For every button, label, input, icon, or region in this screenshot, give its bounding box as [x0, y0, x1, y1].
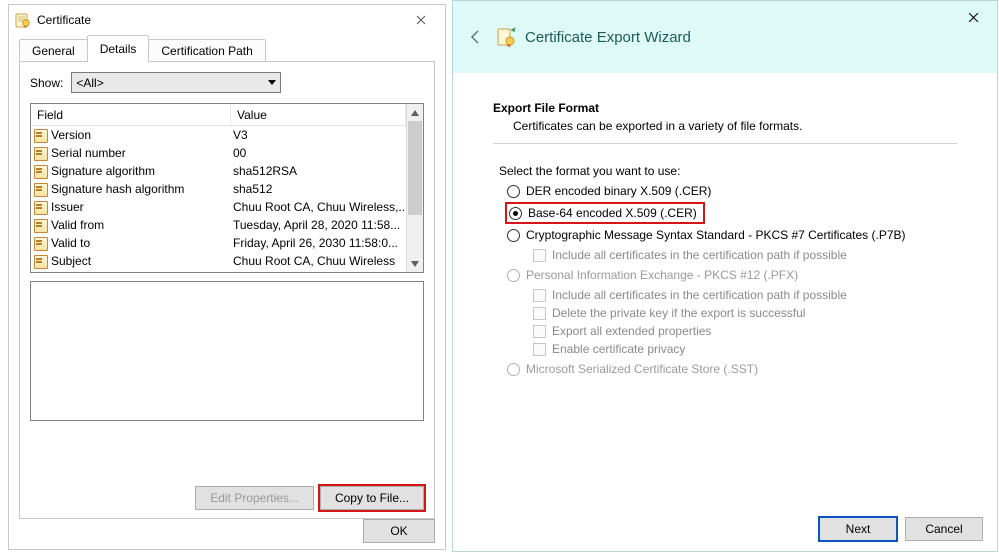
scroll-thumb[interactable]: [408, 121, 422, 215]
tab-general[interactable]: General: [19, 39, 88, 62]
field-icon: [33, 183, 47, 195]
scrollbar[interactable]: [406, 104, 423, 272]
table-row[interactable]: Serial number00: [31, 144, 406, 162]
back-button[interactable]: [465, 26, 487, 48]
table-row[interactable]: Signature algorithmsha512RSA: [31, 162, 406, 180]
fields-header: Field Value: [31, 104, 406, 126]
field-icon: [33, 255, 47, 267]
field-icon: [33, 237, 47, 249]
field-icon: [33, 219, 47, 231]
checkbox-icon: [533, 289, 546, 302]
checkbox-icon: [533, 343, 546, 356]
checkbox-icon: [533, 307, 546, 320]
radio-icon: [507, 363, 520, 376]
show-row: Show: <All>: [30, 72, 424, 93]
scroll-down-button[interactable]: [407, 255, 423, 272]
fields-body: VersionV3 Serial number00 Signature algo…: [31, 126, 406, 270]
tab-strip: General Details Certification Path: [9, 35, 445, 61]
checkbox-icon: [533, 249, 546, 262]
show-label: Show:: [30, 76, 63, 90]
checkbox-pfx-include: Include all certificates in the certific…: [507, 288, 957, 302]
checkbox-pfx-extended: Export all extended properties: [507, 324, 957, 338]
field-icon: [33, 129, 47, 141]
format-options: DER encoded binary X.509 (.CER) Base-64 …: [493, 184, 957, 376]
tab-details[interactable]: Details: [87, 35, 150, 62]
value-detail-textarea[interactable]: [30, 281, 424, 421]
ok-button[interactable]: OK: [363, 519, 435, 543]
certificate-dialog: Certificate General Details Certificatio…: [8, 4, 446, 550]
window-title: Certificate: [37, 13, 399, 27]
show-dropdown[interactable]: <All>: [71, 72, 281, 93]
field-icon: [33, 147, 47, 159]
wizard-header: Certificate Export Wizard: [453, 1, 997, 73]
wizard-subheading: Certificates can be exported in a variet…: [493, 119, 957, 133]
checkbox-icon: [533, 325, 546, 338]
chevron-down-icon: [268, 80, 276, 85]
close-button[interactable]: [399, 6, 443, 34]
radio-sst: Microsoft Serialized Certificate Store (…: [507, 362, 957, 376]
certificate-icon: [15, 12, 31, 28]
checkbox-p7b-include: Include all certificates in the certific…: [507, 248, 957, 262]
close-button[interactable]: [953, 5, 993, 29]
table-row[interactable]: Valid fromTuesday, April 28, 2020 11:58.…: [31, 216, 406, 234]
wizard-title: Certificate Export Wizard: [525, 29, 691, 46]
table-row[interactable]: IssuerChuu Root CA, Chuu Wireless,...: [31, 198, 406, 216]
radio-der[interactable]: DER encoded binary X.509 (.CER): [507, 184, 957, 198]
scroll-up-button[interactable]: [407, 104, 423, 121]
divider: [493, 143, 957, 144]
radio-icon: [507, 229, 520, 242]
field-icon: [33, 201, 47, 213]
select-label: Select the format you want to use:: [493, 164, 957, 178]
radio-icon: [507, 269, 520, 282]
table-row[interactable]: VersionV3: [31, 126, 406, 144]
scroll-track[interactable]: [407, 121, 423, 255]
radio-icon: [507, 185, 520, 198]
table-row[interactable]: SubjectChuu Root CA, Chuu Wireless: [31, 252, 406, 270]
export-wizard-dialog: Certificate Export Wizard Export File Fo…: [452, 0, 998, 552]
radio-base64[interactable]: Base-64 encoded X.509 (.CER): [507, 204, 957, 222]
radio-p7b[interactable]: Cryptographic Message Syntax Standard - …: [507, 228, 957, 242]
cancel-button[interactable]: Cancel: [905, 517, 983, 541]
radio-icon: [509, 207, 522, 220]
table-row[interactable]: Valid toFriday, April 26, 2030 11:58:0..…: [31, 234, 406, 252]
col-value[interactable]: Value: [231, 104, 406, 125]
tab-certpath[interactable]: Certification Path: [148, 39, 265, 62]
fields-listview[interactable]: Field Value VersionV3 Serial number00 Si…: [30, 103, 424, 273]
table-row[interactable]: Signature hash algorithmsha512: [31, 180, 406, 198]
copy-to-file-button[interactable]: Copy to File...: [320, 486, 424, 510]
wizard-icon: [495, 26, 517, 48]
field-icon: [33, 165, 47, 177]
checkbox-pfx-delete: Delete the private key if the export is …: [507, 306, 957, 320]
checkbox-pfx-privacy: Enable certificate privacy: [507, 342, 957, 356]
edit-properties-button: Edit Properties...: [195, 486, 314, 510]
show-value: <All>: [76, 76, 103, 90]
radio-pfx: Personal Information Exchange - PKCS #12…: [507, 268, 957, 282]
titlebar: Certificate: [9, 5, 445, 35]
wizard-heading: Export File Format: [493, 101, 957, 115]
col-field[interactable]: Field: [31, 104, 231, 125]
next-button[interactable]: Next: [819, 517, 897, 541]
wizard-body: Export File Format Certificates can be e…: [453, 73, 997, 376]
tab-panel: Show: <All> Field Value VersionV3 Serial…: [19, 61, 435, 519]
